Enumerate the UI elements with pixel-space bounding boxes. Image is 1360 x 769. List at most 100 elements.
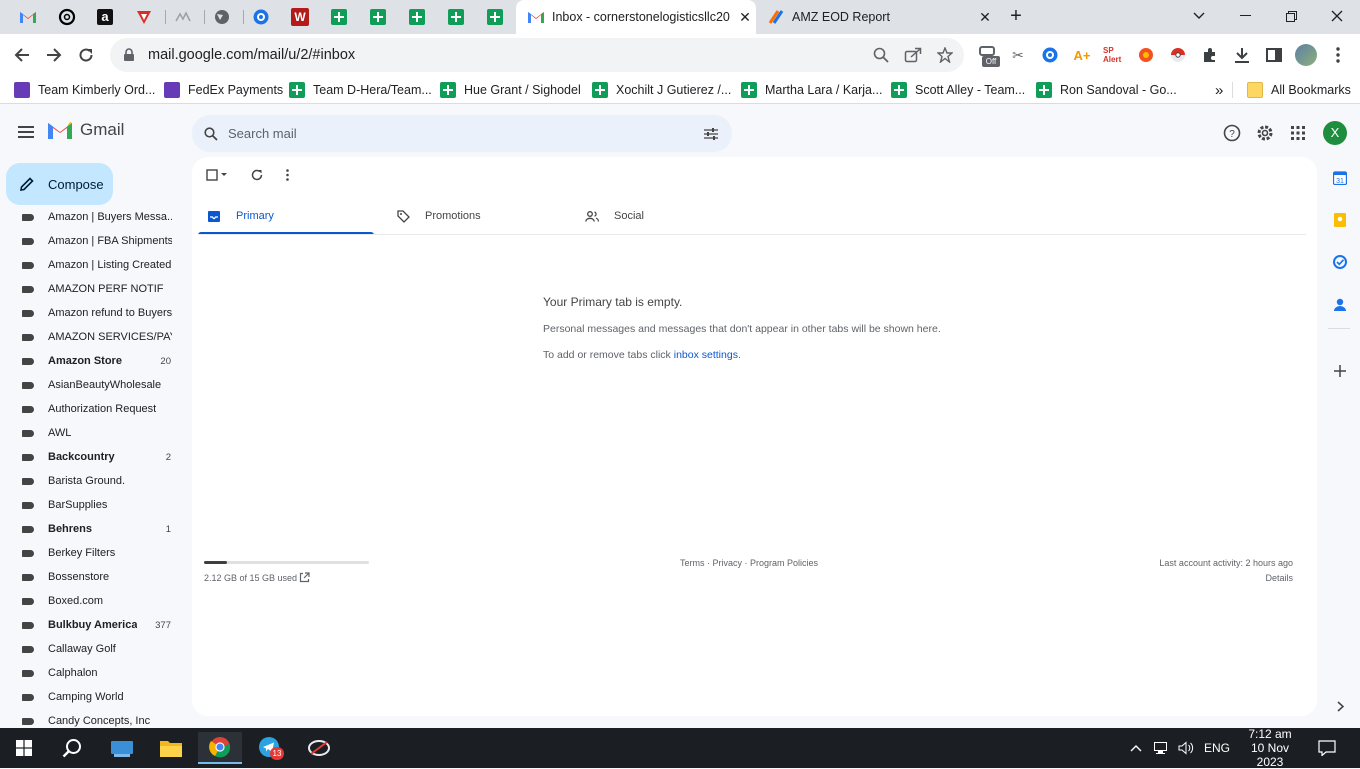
pinned-tab-vpn[interactable] [127,4,161,30]
bookmarks-overflow-button[interactable]: » [1215,80,1223,100]
label-item[interactable]: Boxed.com [0,589,182,613]
label-item[interactable]: Amazon | Listing Created [0,253,182,277]
refresh-icon[interactable] [249,167,265,183]
label-item[interactable]: Barista Ground. [0,469,182,493]
site-info-icon[interactable] [122,48,136,62]
gmail-logo[interactable]: Gmail [48,120,124,140]
search-icon[interactable] [204,126,218,141]
pinned-tab-sheets-1[interactable] [322,4,356,30]
label-item[interactable]: Callaway Golf [0,637,182,661]
minimize-icon[interactable] [1222,0,1268,32]
help-icon[interactable]: ? [1223,124,1243,144]
settings-gear-icon[interactable] [1256,124,1276,144]
back-icon[interactable] [6,39,38,71]
profile-avatar[interactable] [1295,44,1317,66]
tab-search-chevron-icon[interactable] [1176,0,1222,32]
forward-icon[interactable] [38,39,70,71]
label-item[interactable]: Behrens 1 [0,517,182,541]
pinned-tab-extension[interactable] [244,4,278,30]
label-item[interactable]: BarSupplies [0,493,182,517]
bookmark-item[interactable]: Ron Sandoval - Go... [1036,80,1177,100]
compose-button[interactable]: Compose [6,163,113,205]
chrome-menu-icon[interactable] [1327,44,1349,66]
taskbar-desktop-app-icon[interactable] [100,732,144,764]
calendar-icon[interactable]: 31 [1330,168,1350,188]
inbox-settings-link[interactable]: inbox settings [674,349,738,361]
tasks-icon[interactable] [1330,252,1350,272]
snipping-tool-icon[interactable] [297,732,341,764]
tab-promotions[interactable]: Promotions [395,197,481,235]
label-item[interactable]: AMAZON SERVICES/PAY... [0,325,182,349]
pinned-tab-amazon[interactable]: a [88,4,122,30]
close-window-icon[interactable] [1314,0,1360,32]
extension-orange-icon[interactable] [1135,44,1157,66]
more-options-icon[interactable] [281,167,293,183]
bookmark-item[interactable]: Team D-Hera/Team... [289,80,432,100]
show-side-panel-chevron-icon[interactable] [1330,696,1350,716]
pinned-tab-gmail[interactable] [11,4,45,30]
extension-pokeball-icon[interactable] [1167,44,1189,66]
pinned-tab-sheets-4[interactable] [439,4,473,30]
open-external-icon[interactable] [299,572,310,585]
extension-keepa-icon[interactable] [1039,44,1061,66]
bookmark-item[interactable]: Hue Grant / Sighodel [440,80,581,100]
pinned-tab-generic[interactable] [166,4,200,30]
share-icon[interactable] [904,47,922,63]
label-item[interactable]: Bulkbuy America 377 [0,613,182,637]
bookmark-item[interactable]: FedEx Payments [164,80,283,100]
tab-amz-eod-report[interactable]: AMZ EOD Report ✕ [756,0,996,34]
clock[interactable]: 7:12 am 10 Nov 2023 [1238,727,1302,769]
side-panel-icon[interactable] [1263,44,1285,66]
new-tab-button[interactable]: + [993,0,1039,32]
label-item[interactable]: Bossenstore [0,565,182,589]
pinned-tab-globe[interactable] [205,4,239,30]
label-item[interactable]: Amazon refund to Buyers [0,301,182,325]
search-input[interactable]: Search mail [228,126,297,141]
extension-alert-icon[interactable]: SP Alert [1103,44,1125,66]
taskbar-search-icon[interactable] [50,732,94,764]
keep-icon[interactable] [1330,210,1350,230]
details-link[interactable]: Details [1265,573,1293,583]
close-tab-icon[interactable]: ✕ [734,9,756,26]
label-item[interactable]: Calphalon [0,661,182,685]
tab-social[interactable]: Social [584,197,644,235]
chrome-taskbar-icon[interactable] [198,732,242,764]
pinned-tab-openai[interactable] [50,4,84,30]
pinned-tab-w[interactable]: W [283,4,317,30]
volume-icon[interactable] [1178,728,1194,768]
notifications-icon[interactable] [1318,728,1336,768]
restore-icon[interactable] [1268,0,1314,32]
bookmark-item[interactable]: Scott Alley - Team... [891,80,1025,100]
label-item[interactable]: AsianBeautyWholesale [0,373,182,397]
tab-inbox[interactable]: Inbox - cornerstonelogisticsllc20 ✕ [516,0,756,34]
get-addons-plus-icon[interactable] [1330,361,1350,381]
policy-links[interactable]: Terms · Privacy · Program Policies [680,558,818,568]
label-item[interactable]: Berkey Filters [0,541,182,565]
bookmark-item[interactable]: Xochilt J Gutierez /... [592,80,731,100]
language-indicator[interactable]: ENG [1204,728,1230,768]
tab-primary[interactable]: Primary [206,197,274,235]
apps-grid-icon[interactable] [1291,126,1307,142]
main-menu-icon[interactable] [14,120,38,144]
extension-scissors-icon[interactable]: ✂ [1007,44,1029,66]
tray-chevron-icon[interactable] [1130,728,1142,768]
select-checkbox[interactable] [204,167,230,183]
pinned-tab-sheets-2[interactable] [361,4,395,30]
telegram-icon[interactable]: 13 [248,732,292,764]
search-mail-bar[interactable]: Search mail [192,115,732,152]
contacts-icon[interactable] [1330,294,1350,314]
account-avatar[interactable]: X [1323,121,1347,145]
label-item[interactable]: AWL [0,421,182,445]
extension-scout-icon[interactable]: A+ [1071,44,1093,66]
windows-start-icon[interactable] [2,732,46,764]
zoom-icon[interactable] [873,47,889,63]
label-item[interactable]: Candy Concepts, Inc [0,709,182,728]
search-options-icon[interactable] [704,127,718,140]
label-item[interactable]: Camping World [0,685,182,709]
label-item[interactable]: Amazon Store 20 [0,349,182,373]
label-item[interactable]: Backcountry 2 [0,445,182,469]
label-item[interactable]: Authorization Request [0,397,182,421]
file-explorer-icon[interactable] [149,732,193,764]
bookmark-star-icon[interactable] [937,47,953,63]
bookmark-item[interactable]: Team Kimberly Ord... [14,80,155,100]
